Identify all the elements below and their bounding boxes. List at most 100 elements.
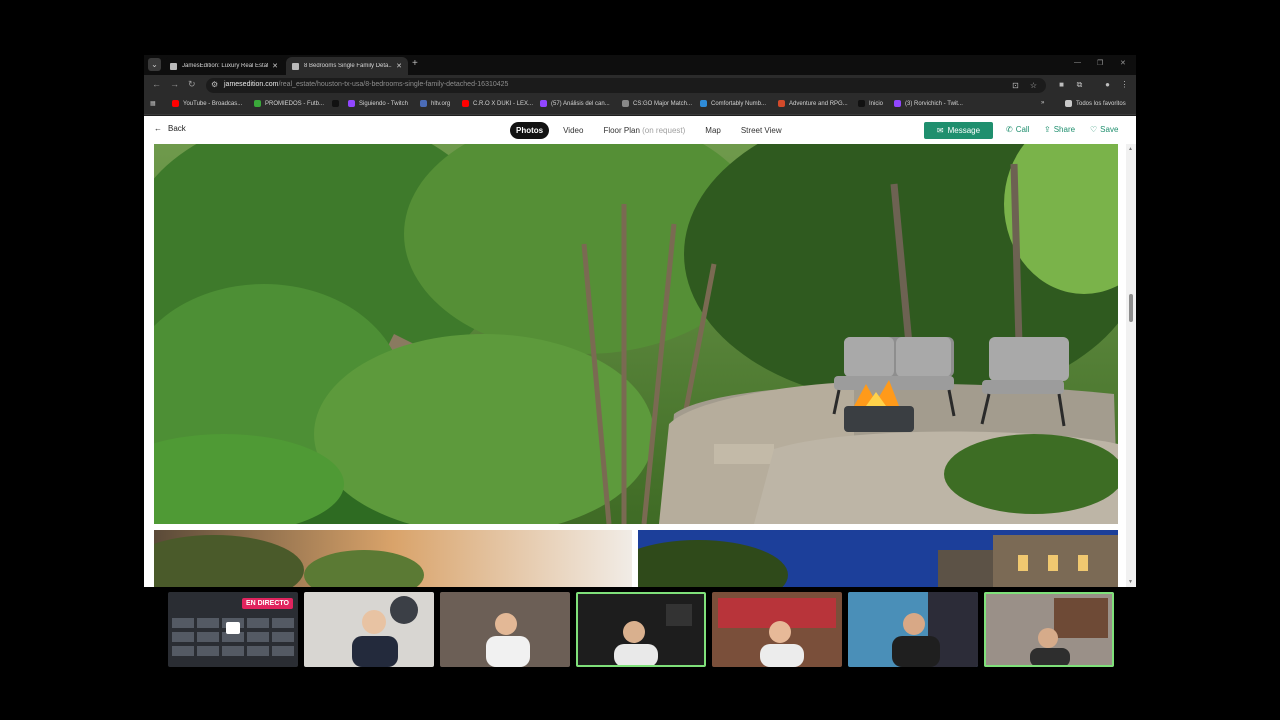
- minimize-icon[interactable]: —: [1074, 59, 1081, 66]
- apps-grid-icon[interactable]: ▦: [150, 100, 156, 107]
- house-dusk-photo: [638, 530, 1118, 587]
- bookmark-item[interactable]: Siguiendo - Twitch: [348, 100, 408, 107]
- bookmark-favicon-icon: [172, 100, 179, 107]
- browser-window: ⌄ JamesEdition: Luxury Real Estat... ✕ 8…: [144, 55, 1136, 587]
- extension-icon[interactable]: ■: [1056, 79, 1067, 90]
- cam-tile-screen: EN DIRECTO: [168, 592, 298, 667]
- scroll-up-icon[interactable]: ▲: [1128, 146, 1133, 152]
- bookmark-item[interactable]: Adventure and RPG...: [778, 100, 848, 107]
- folder-icon: [1065, 100, 1072, 107]
- tab-search-icon[interactable]: ⌄: [148, 58, 161, 71]
- back-link[interactable]: ← Back: [154, 124, 186, 133]
- back-arrow-icon[interactable]: ←: [152, 79, 161, 89]
- tab-photos[interactable]: Photos: [510, 122, 550, 139]
- url-path: /real_estate/houston-tx-usa/8-bedrooms-s…: [278, 81, 509, 88]
- save-label: Save: [1100, 125, 1119, 134]
- bookmark-favicon-icon: [420, 100, 427, 107]
- tab-strip: ⌄ JamesEdition: Luxury Real Estat... ✕ 8…: [144, 55, 1136, 75]
- bookmark-label: PROMIEDOS - Futb...: [265, 100, 325, 107]
- page-content: ← Back Photos Video Floor Plan (on reque…: [144, 116, 1136, 587]
- cam-tile-2: [440, 592, 570, 667]
- share-button[interactable]: ⇪ Share: [1044, 125, 1075, 134]
- tab-video[interactable]: Video: [557, 122, 589, 139]
- window-close-icon[interactable]: ✕: [1120, 59, 1126, 67]
- floor-plan-suffix: (on request): [642, 126, 686, 135]
- extensions-puzzle-icon[interactable]: ⧉: [1074, 79, 1085, 90]
- bookmark-item[interactable]: hltv.org: [420, 100, 450, 107]
- mail-icon: ✉: [936, 126, 944, 135]
- streamer-webcam: [440, 592, 570, 667]
- live-badge: EN DIRECTO: [241, 598, 293, 609]
- listing-photo-3[interactable]: [638, 530, 1118, 587]
- bookmarks-overflow-button[interactable]: »: [1041, 100, 1044, 106]
- address-bar[interactable]: ⚙ jamesedition.com/real_estate/houston-t…: [206, 78, 1046, 93]
- back-label: Back: [168, 124, 186, 133]
- message-button[interactable]: ✉ Message: [924, 122, 993, 139]
- new-tab-button[interactable]: +: [412, 58, 418, 69]
- menu-kebab-icon[interactable]: ⋮: [1119, 79, 1130, 90]
- bookmark-item[interactable]: (3) Rorvichich - Twit...: [894, 100, 963, 107]
- bookmark-favicon-icon: [778, 100, 785, 107]
- tab-map[interactable]: Map: [699, 122, 727, 139]
- bookmark-item[interactable]: [332, 100, 343, 107]
- media-tabs: Photos Video Floor Plan (on request) Map…: [510, 122, 788, 139]
- heart-icon: ♡: [1090, 125, 1098, 134]
- scrollbar-thumb[interactable]: [1129, 294, 1133, 322]
- bookmark-item[interactable]: YouTube - Broadcas...: [172, 100, 242, 107]
- tab-title: JamesEdition: Luxury Real Estat...: [182, 63, 269, 69]
- bookmark-item[interactable]: PROMIEDOS - Futb...: [254, 100, 324, 107]
- bookmark-favicon-icon: [540, 100, 547, 107]
- all-bookmarks-folder[interactable]: Todos los favoritos: [1065, 100, 1126, 107]
- url-text: jamesedition.com/real_estate/houston-tx-…: [224, 81, 508, 88]
- all-bookmarks-label: Todos los favoritos: [1076, 100, 1126, 107]
- bookmark-item[interactable]: Inicio: [858, 100, 883, 107]
- bookmark-item[interactable]: CS:GO Major Match...: [622, 100, 692, 107]
- arrow-left-icon: ←: [154, 124, 162, 133]
- streamer-webcam: [304, 592, 434, 667]
- page-scrollbar[interactable]: ▲ ▼: [1126, 144, 1136, 587]
- bookmark-label: hltv.org: [431, 100, 451, 107]
- bookmark-label: YouTube - Broadcas...: [183, 100, 243, 107]
- install-app-icon[interactable]: ⊡: [1010, 80, 1021, 91]
- tab-street-view[interactable]: Street View: [735, 122, 788, 139]
- bookmark-label: (57) Análisis del can...: [551, 100, 610, 107]
- bookmark-favicon-icon: [700, 100, 707, 107]
- backyard-firepit-photo: [154, 144, 1118, 524]
- streamer-webcam: [848, 592, 978, 667]
- streamer-webcam: [576, 592, 706, 667]
- bookmark-favicon-icon: [348, 100, 355, 107]
- forward-arrow-icon[interactable]: →: [170, 79, 179, 89]
- bookmark-favicon-icon: [858, 100, 865, 107]
- tab-listing[interactable]: 8 Bedrooms Single Family Deta... ✕: [286, 57, 408, 75]
- tab-jamesedition-home[interactable]: JamesEdition: Luxury Real Estat... ✕: [164, 57, 284, 75]
- listing-photo-main[interactable]: [154, 144, 1118, 524]
- listing-header: ← Back Photos Video Floor Plan (on reque…: [144, 116, 1136, 144]
- bookmark-favicon-icon: [332, 100, 339, 107]
- message-label: Message: [947, 126, 981, 135]
- bookmark-item[interactable]: (57) Análisis del can...: [540, 100, 610, 107]
- profile-avatar-icon[interactable]: ●: [1102, 79, 1113, 90]
- bookmark-item[interactable]: C.R.O X DUKI - LEX...: [462, 100, 533, 107]
- tab-floor-plan[interactable]: Floor Plan (on request): [597, 122, 691, 139]
- bookmark-label: CS:GO Major Match...: [633, 100, 693, 107]
- maximize-icon[interactable]: ❐: [1097, 59, 1103, 67]
- cam-tile-6: [984, 592, 1114, 667]
- site-info-icon[interactable]: ⚙: [211, 80, 218, 89]
- save-button[interactable]: ♡ Save: [1090, 125, 1118, 134]
- close-icon[interactable]: ✕: [396, 62, 402, 70]
- star-icon[interactable]: ☆: [1028, 80, 1039, 91]
- phone-icon: ✆: [1006, 125, 1013, 134]
- reload-icon[interactable]: ↻: [188, 79, 196, 90]
- close-icon[interactable]: ✕: [272, 62, 278, 70]
- favicon-icon: [292, 62, 299, 70]
- bookmark-item[interactable]: Comfortably Numb...: [700, 100, 766, 107]
- listing-photo-2[interactable]: [154, 530, 632, 587]
- bookmark-label: Siguiendo - Twitch: [359, 100, 408, 107]
- bookmark-favicon-icon: [622, 100, 629, 107]
- bookmark-favicon-icon: [462, 100, 469, 107]
- cam-tile-5: [848, 592, 978, 667]
- scroll-down-icon[interactable]: ▼: [1128, 579, 1133, 585]
- call-button[interactable]: ✆ Call: [1006, 125, 1029, 134]
- browser-toolbar: ← → ↻ ⚙ jamesedition.com/real_estate/hou…: [144, 75, 1136, 95]
- bookmark-favicon-icon: [894, 100, 901, 107]
